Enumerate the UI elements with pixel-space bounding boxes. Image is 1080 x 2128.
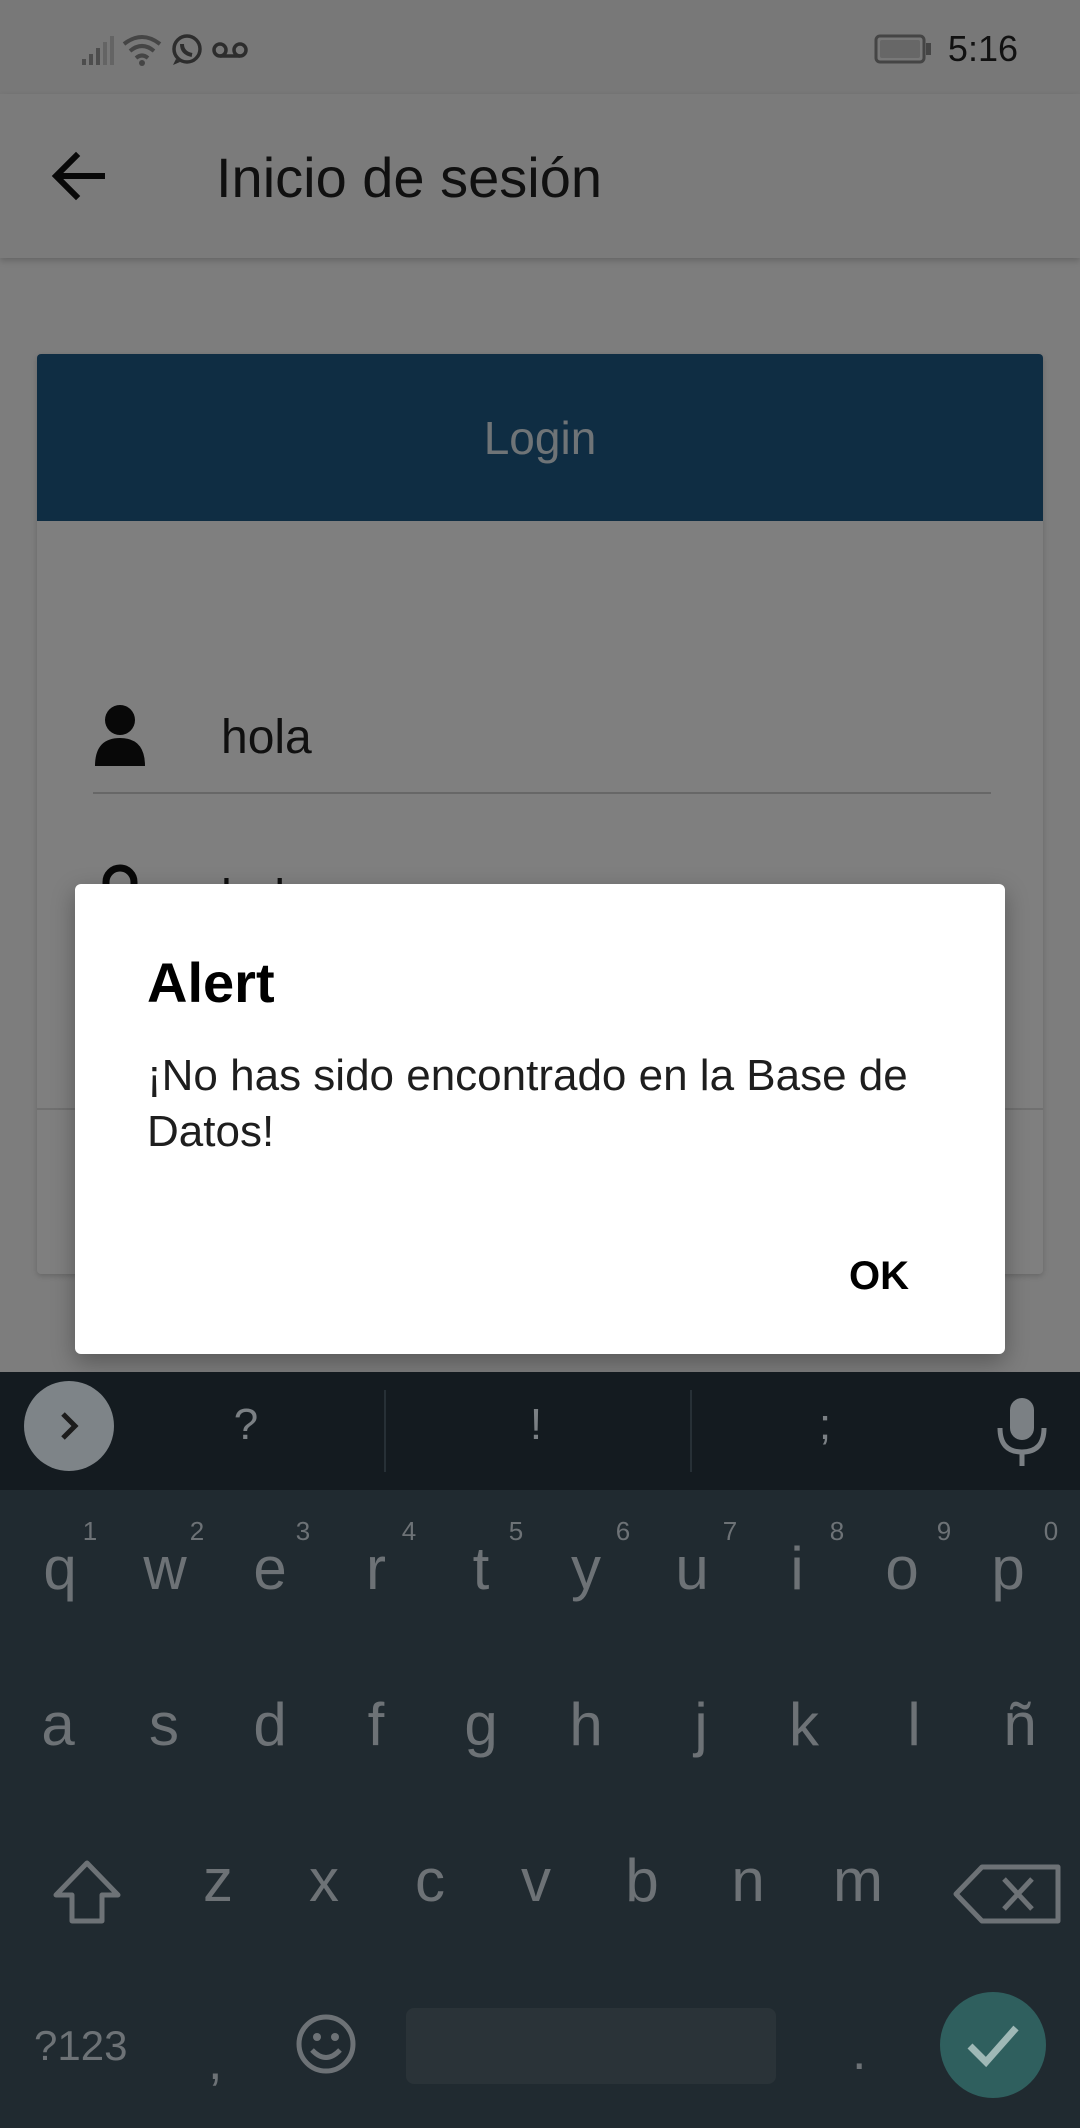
key-n[interactable]: n <box>700 1846 796 1915</box>
key-m[interactable]: m <box>810 1846 906 1915</box>
soft-keyboard: ? ! ; q w e r t y u i o p 1 2 3 4 5 6 7 … <box>0 1372 1080 2128</box>
suggestion-toggle-button[interactable] <box>24 1381 114 1471</box>
dialog-title: Alert <box>147 951 275 1014</box>
emoji-key[interactable] <box>294 2012 358 2076</box>
key-hint: 6 <box>615 1516 631 1546</box>
comma-key[interactable]: , <box>208 2032 222 2092</box>
alert-dialog: Alert ¡No has sido encontrado en la Base… <box>75 884 1005 1354</box>
key-hint: 8 <box>829 1516 845 1546</box>
key-c[interactable]: c <box>382 1846 478 1915</box>
backspace-icon <box>953 1864 1061 1924</box>
suggestion-item[interactable]: ? <box>206 1400 286 1450</box>
key-d[interactable]: d <box>222 1690 318 1759</box>
key-k[interactable]: k <box>756 1690 852 1759</box>
key-n-tilde[interactable]: ñ <box>972 1690 1068 1759</box>
key-s[interactable]: s <box>116 1690 212 1759</box>
key-hint: 1 <box>82 1516 98 1546</box>
key-z[interactable]: z <box>170 1846 266 1915</box>
key-hint: 9 <box>936 1516 952 1546</box>
key-g[interactable]: g <box>433 1690 529 1759</box>
key-hint: 2 <box>189 1516 205 1546</box>
key-x[interactable]: x <box>276 1846 372 1915</box>
key-v[interactable]: v <box>488 1846 584 1915</box>
dialog-message: ¡No has sido encontrado en la Base de Da… <box>147 1051 908 1156</box>
checkmark-icon <box>967 2025 1019 2068</box>
suggestion-bar: ? ! ; <box>0 1372 1080 1490</box>
key-hint: 3 <box>295 1516 311 1546</box>
emoji-icon <box>296 2014 356 2074</box>
shift-icon <box>53 1860 121 1924</box>
suggestion-item[interactable]: ; <box>785 1400 865 1450</box>
key-hint: 0 <box>1043 1516 1059 1546</box>
spacebar-key[interactable] <box>406 2008 776 2084</box>
key-h[interactable]: h <box>538 1690 634 1759</box>
key-hint: 4 <box>401 1516 417 1546</box>
key-f[interactable]: f <box>328 1690 424 1759</box>
suggestion-divider <box>384 1390 386 1472</box>
symbols-key[interactable]: ?123 <box>34 2022 127 2070</box>
key-hint: 5 <box>508 1516 524 1546</box>
ok-button[interactable]: OK <box>833 1246 925 1307</box>
suggestion-item[interactable]: ! <box>496 1400 576 1450</box>
suggestion-divider <box>690 1390 692 1472</box>
key-j[interactable]: j <box>653 1690 749 1759</box>
backspace-key[interactable] <box>950 1856 1066 1932</box>
enter-key[interactable] <box>940 1992 1046 2098</box>
chevron-right-icon <box>61 1412 79 1440</box>
period-key[interactable]: . <box>852 2022 866 2082</box>
key-hint: 7 <box>722 1516 738 1546</box>
key-a[interactable]: a <box>10 1690 106 1759</box>
shift-key[interactable] <box>44 1852 130 1932</box>
microphone-icon[interactable] <box>992 1394 1052 1468</box>
key-b[interactable]: b <box>594 1846 690 1915</box>
key-l[interactable]: l <box>866 1690 962 1759</box>
